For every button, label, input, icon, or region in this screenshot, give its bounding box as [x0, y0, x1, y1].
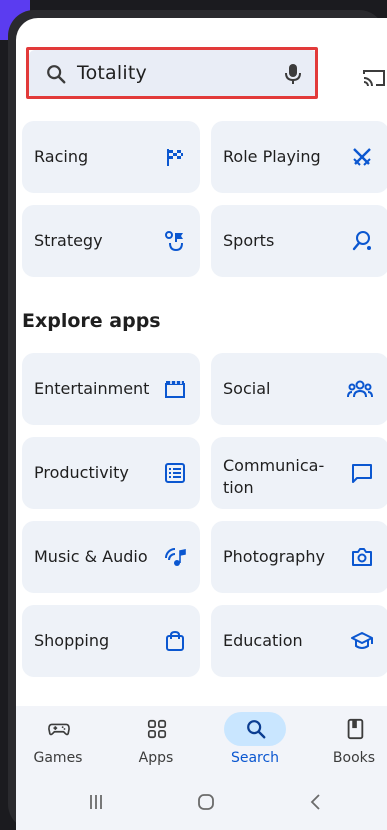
- apps-grid-icon: [147, 719, 167, 739]
- nav-label: Games: [33, 750, 83, 766]
- nav-games[interactable]: Games: [18, 706, 98, 776]
- chat-bubble-icon: [352, 464, 372, 483]
- category-tile-shopping[interactable]: Shopping: [22, 605, 200, 677]
- tile-label: Sports: [223, 231, 275, 250]
- tile-label: Role Playing: [223, 147, 321, 166]
- category-tile-photography[interactable]: Photography: [211, 521, 387, 593]
- tile-label: Strategy: [34, 231, 103, 250]
- category-tile-sports[interactable]: Sports: [211, 205, 387, 277]
- clapperboard-icon: [165, 381, 185, 398]
- bottom-navigation: Games Apps Search Books: [16, 706, 387, 776]
- swords-icon: [353, 148, 371, 166]
- system-navigation-bar: [16, 776, 387, 830]
- nav-apps[interactable]: Apps: [116, 706, 196, 776]
- category-tile-communication[interactable]: Communica- tion: [211, 437, 387, 509]
- tile-label: Education: [223, 631, 303, 650]
- shopping-bag-icon: [166, 630, 184, 651]
- tile-label: Communica- tion: [223, 456, 325, 497]
- category-tile-music-audio[interactable]: Music & Audio: [22, 521, 200, 593]
- sports-icon: [352, 231, 371, 251]
- camera-icon: [352, 548, 372, 566]
- category-tile-social[interactable]: Social: [211, 353, 387, 425]
- tile-label: Entertainment: [34, 379, 150, 398]
- home-icon[interactable]: [196, 792, 216, 812]
- category-tile-role-playing[interactable]: Role Playing: [211, 121, 387, 193]
- category-tile-entertainment[interactable]: Entertainment: [22, 353, 200, 425]
- people-icon: [347, 380, 373, 398]
- search-highlight-box: [26, 47, 318, 99]
- back-icon[interactable]: [306, 792, 326, 812]
- strategy-icon: [165, 231, 183, 252]
- tile-label: Shopping: [34, 631, 110, 650]
- cast-icon[interactable]: [362, 66, 386, 90]
- graduation-cap-icon: [351, 632, 373, 649]
- tile-label: Racing: [34, 147, 89, 166]
- play-store-screen: Totality Racing Role Playing Strategy Sp…: [16, 18, 387, 830]
- nav-search[interactable]: Search: [215, 706, 295, 776]
- recents-icon[interactable]: [86, 792, 106, 812]
- tile-label: Productivity: [34, 463, 129, 482]
- racing-flag-icon: [167, 149, 183, 166]
- nav-label: Apps: [138, 750, 174, 766]
- music-note-icon: [165, 548, 186, 566]
- checklist-icon: [165, 463, 185, 483]
- nav-label: Search: [230, 750, 280, 766]
- tile-label: Photography: [223, 547, 325, 566]
- tile-label: Social: [223, 379, 271, 398]
- tile-label: Music & Audio: [34, 547, 148, 566]
- category-tile-productivity[interactable]: Productivity: [22, 437, 200, 509]
- section-title-explore-apps: Explore apps: [22, 310, 161, 332]
- book-icon: [347, 718, 364, 740]
- search-icon: [247, 720, 266, 739]
- nav-books[interactable]: Books: [314, 706, 387, 776]
- category-tile-racing[interactable]: Racing: [22, 121, 200, 193]
- nav-label: Books: [332, 750, 376, 766]
- gamepad-icon: [48, 723, 70, 736]
- category-tile-strategy[interactable]: Strategy: [22, 205, 200, 277]
- category-tile-education[interactable]: Education: [211, 605, 387, 677]
